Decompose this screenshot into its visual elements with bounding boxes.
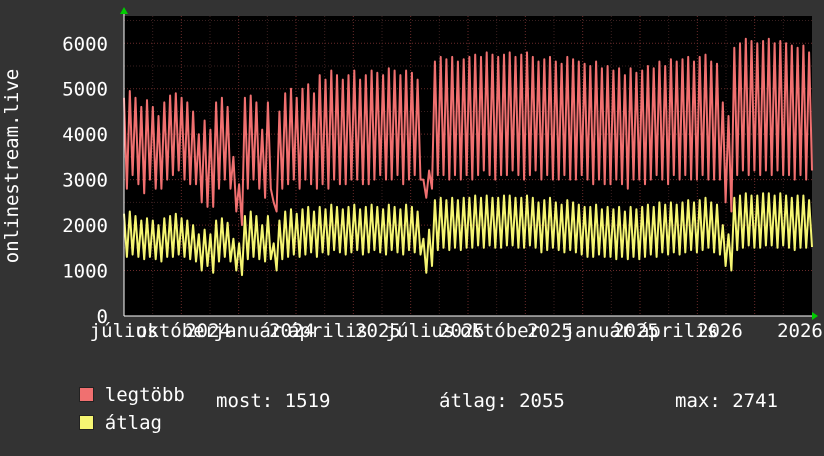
legend-swatch-avg	[78, 415, 94, 430]
y-tick-label: 1000	[62, 261, 108, 283]
y-tick-labels: 0100020003000400050006000	[62, 33, 108, 328]
y-tick-label: 3000	[62, 170, 108, 192]
y-tick-label: 5000	[62, 79, 108, 101]
chart-stage: 0 1000 2000 3000 4000 5000 6000 július október 2…	[0, 0, 824, 434]
y-tick-label: 2000	[62, 215, 108, 237]
y-axis-title: onlinestream.live	[1, 69, 23, 263]
x-tick-labels: júliusoktóber2024január2024április2025jú…	[90, 320, 823, 342]
x-tick-label: 2026	[697, 320, 743, 342]
x-axis-arrow-icon	[812, 312, 818, 320]
stat-average: átlag: 2055	[439, 390, 565, 412]
legend-item-avg: átlag	[33, 390, 162, 456]
legend-label-avg: átlag	[104, 412, 162, 434]
y-axis-arrow-icon	[120, 7, 128, 14]
y-tick-label: 4000	[62, 124, 108, 146]
y-tick-label: 6000	[62, 33, 108, 55]
x-tick-label: 2026	[777, 320, 823, 342]
stat-maximum: max: 2741	[675, 390, 778, 412]
stat-now: most: 1519	[216, 390, 331, 412]
